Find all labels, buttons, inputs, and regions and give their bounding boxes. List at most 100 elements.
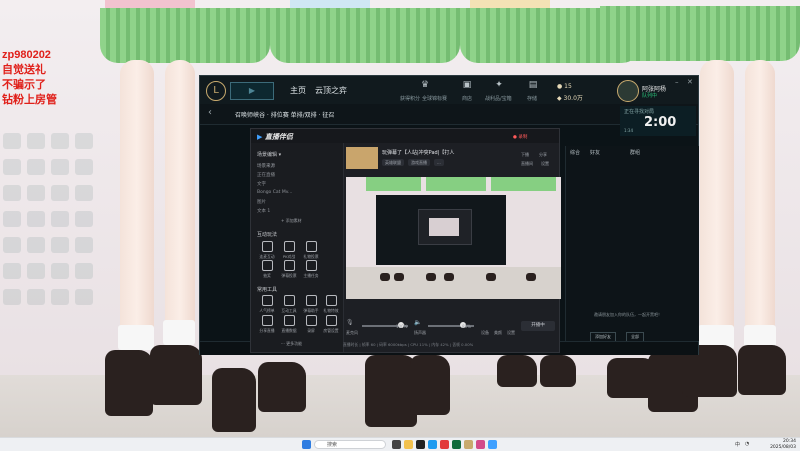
tool-item[interactable]: 分享直播 <box>257 315 277 334</box>
room-tag[interactable]: ... <box>434 159 444 166</box>
tool-icon <box>305 241 317 252</box>
loot-icon[interactable]: ✦ <box>492 80 506 92</box>
lol-topbar: L ▶ 主页 云顶之弈 ♛ 获得积分 全球锦标赛 ▣ 商店 ✦ 战利品/宝箱 ▤… <box>200 76 698 105</box>
room-action[interactable]: 下播 <box>518 151 532 158</box>
sock <box>163 320 195 345</box>
tool-icon <box>283 241 295 252</box>
shoe <box>738 345 786 395</box>
language-indicator[interactable]: 中 <box>735 441 740 448</box>
chat-tab[interactable]: 综合 <box>570 149 580 156</box>
record-indicator[interactable]: ● 录制 <box>513 134 527 140</box>
avatar[interactable] <box>617 80 639 102</box>
tool-item[interactable]: PK对战 <box>279 241 299 260</box>
tool-item[interactable]: 录屏 <box>301 315 321 334</box>
tool-icon <box>261 260 273 271</box>
tool-item[interactable]: 抽奖 <box>257 260 277 279</box>
app-icon[interactable] <box>464 440 473 449</box>
cosplayer-skirt <box>100 8 270 63</box>
close-button[interactable]: ✕ <box>687 78 693 86</box>
room-tag[interactable]: 游戏直播 <box>408 159 430 166</box>
app-icon[interactable] <box>488 440 497 449</box>
minimize-button[interactable]: – <box>675 78 679 86</box>
room-action[interactable]: 分享 <box>536 151 550 158</box>
speaker-label: 扬声器 <box>414 330 426 335</box>
go-live-button[interactable]: 开播中 <box>521 321 555 331</box>
timer-label: 正在寻找对局 <box>624 109 655 115</box>
play-button[interactable]: ▶ <box>230 82 274 100</box>
source-item[interactable]: 文字 <box>257 181 337 188</box>
room-title[interactable]: 玩弹幕了【人站|冲突Pad|【打人 <box>382 149 454 156</box>
nav-home[interactable]: 主页 <box>290 85 306 96</box>
explorer-icon[interactable] <box>404 440 413 449</box>
tool-item[interactable]: 房管设置 <box>321 315 341 334</box>
queue-timer: 2:00 <box>644 115 677 130</box>
source-item[interactable]: 正在直播 <box>257 172 337 179</box>
source-item[interactable]: 文本 1 <box>257 208 337 215</box>
tool-icon <box>325 315 337 326</box>
back-icon[interactable]: ‹ <box>208 107 212 118</box>
tool-item[interactable]: 礼物投票 <box>301 241 321 260</box>
room-thumbnail[interactable] <box>346 147 378 169</box>
be-currency: ● 15 <box>557 83 572 90</box>
taskview-icon[interactable] <box>392 440 401 449</box>
chat-tab[interactable]: 好友 <box>590 149 600 156</box>
settings-button[interactable]: 设置 <box>507 330 515 336</box>
common-tools-header: 常用工具 <box>257 287 278 293</box>
tool-item[interactable]: 互动工具 <box>279 295 299 314</box>
tool-item[interactable]: 弹幕投票 <box>279 260 299 279</box>
source-item[interactable]: 图片 <box>257 199 337 206</box>
search-input[interactable]: 搜索 <box>314 440 386 449</box>
beauty-button[interactable]: 美颜 <box>494 330 502 336</box>
speaker-icon[interactable]: 🔈 <box>414 319 421 326</box>
cosplayer-skirt <box>270 8 460 63</box>
tool-item[interactable]: 礼物特效 <box>321 295 341 314</box>
device-button[interactable]: 设备 <box>481 330 489 336</box>
shoe <box>258 362 306 412</box>
stream-preview[interactable] <box>346 177 561 299</box>
clock[interactable]: 20:34 2025/08/03 <box>758 439 796 450</box>
be-value: 15 <box>564 83 572 90</box>
preview-floor <box>346 267 561 299</box>
app-icon[interactable] <box>452 440 461 449</box>
preview-skirt <box>426 177 486 191</box>
cosplayer-leg <box>120 60 154 350</box>
tool-item[interactable]: 直播数据 <box>279 315 299 334</box>
source-item[interactable]: Bongo Cat Mv... <box>257 190 337 197</box>
tool-label: 弹幕助手 <box>303 308 319 313</box>
shoe <box>497 355 537 387</box>
app-icon[interactable] <box>428 440 437 449</box>
room-action[interactable]: 直播间 <box>518 160 536 167</box>
tool-label: 人气榜单 <box>259 308 275 313</box>
app-icon[interactable] <box>440 440 449 449</box>
start-icon[interactable] <box>302 440 311 449</box>
queue-title: 召唤师峡谷 · 排位赛 单排/双排 · 征召 <box>235 112 335 119</box>
chat-tab[interactable]: 群组 <box>630 149 640 156</box>
add-source-button[interactable]: + 添加素材 <box>281 218 302 224</box>
lol-logo-icon[interactable]: L <box>206 81 226 101</box>
mic-icon[interactable]: 🎙 <box>346 319 354 326</box>
collection-icon[interactable]: ▤ <box>526 80 540 92</box>
tool-item[interactable]: 弹幕助手 <box>301 295 321 314</box>
chat-empty-message: 邀请朋友加入你的队伍，一起开黑吧！ <box>594 312 662 317</box>
store-icon[interactable]: ▣ <box>460 80 474 92</box>
collection-label: 存储 <box>527 96 538 102</box>
wifi-icon[interactable]: ◔ <box>745 441 749 447</box>
room-tag[interactable]: 英雄联盟 <box>382 159 404 166</box>
app-logo: ▶ 直播伴侣 <box>257 133 293 141</box>
nav-tft[interactable]: 云顶之弈 <box>315 85 347 96</box>
worlds-label: 全球锦标赛 <box>422 96 448 102</box>
scene-header[interactable]: 场景编辑 ▾ <box>257 151 281 158</box>
app-icon[interactable] <box>476 440 485 449</box>
tool-item[interactable]: 人气榜单 <box>257 295 277 314</box>
tool-item[interactable]: 主播任务 <box>301 260 321 279</box>
points-icon[interactable]: ♛ <box>418 80 432 92</box>
app-header: ▶ 直播伴侣 ● 录制 <box>251 129 559 143</box>
tool-item[interactable]: 连麦互动 <box>257 241 277 260</box>
preview-shoe <box>486 273 496 281</box>
tool-icon <box>305 295 317 306</box>
tool-label: 录屏 <box>307 328 315 333</box>
cosplayer-leg <box>700 60 734 360</box>
app-icon[interactable] <box>416 440 425 449</box>
more-features-button[interactable]: ··· 更多功能 <box>281 341 302 347</box>
room-action[interactable]: 设置 <box>538 160 552 167</box>
